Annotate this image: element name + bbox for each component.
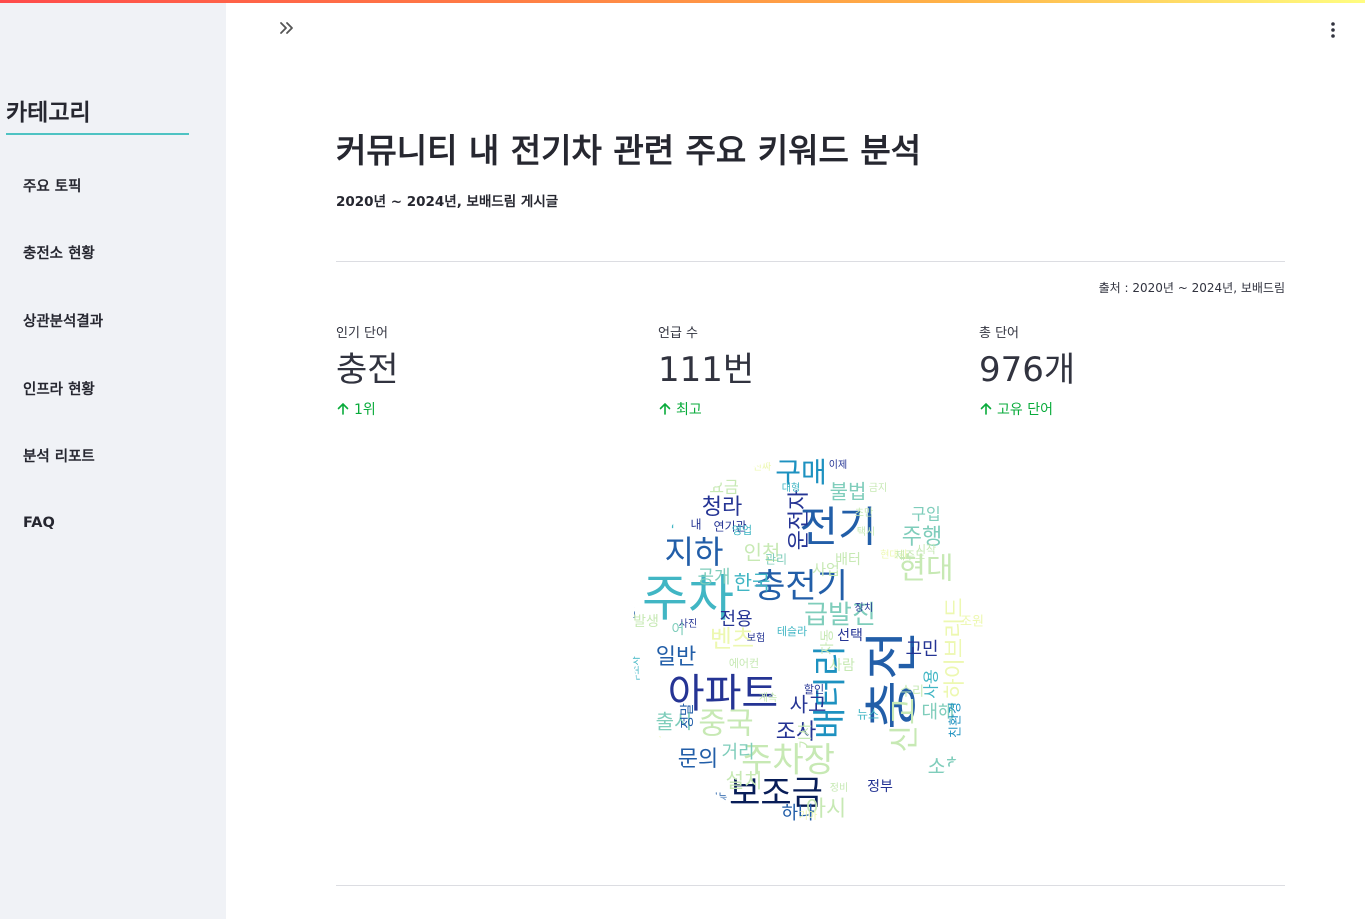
metric-total-words: 총 단어 976개 고유 단어: [979, 322, 1279, 419]
wordcloud-word: 조원: [960, 615, 984, 630]
keyword-wordcloud: 충전 주차 아파트 전기 배터리 충전기 주차장 보조금 지하 구매 신고 중국 급발진 현대 운전자 하이브…: [626, 450, 1006, 830]
sidebar: 카테고리 주요 토픽 충전소 현황 상관분석결과 인프라 현황 분석 리포트 F…: [0, 3, 226, 919]
wordcloud-word: 초만: [855, 507, 873, 519]
metric-value: 충전: [336, 350, 399, 390]
wordcloud-word: 청라: [702, 495, 742, 520]
wordcloud-word: 문의: [678, 747, 718, 772]
wordcloud-word: 지하: [665, 533, 724, 571]
sidebar-item-analysis-report[interactable]: 분석 리포트: [23, 445, 95, 466]
vertical-ellipsis-icon: [1331, 22, 1335, 38]
wordcloud-word: 진짜: [753, 461, 771, 473]
wordcloud-word: 신고: [888, 697, 923, 752]
wordcloud-word: 소형: [928, 755, 965, 779]
wordcloud-word: 고민: [905, 639, 938, 660]
wordcloud-word: 회사: [648, 513, 676, 531]
wordcloud-word: 발생: [633, 614, 659, 630]
metric-delta: 고유 단어: [979, 399, 1279, 419]
wordcloud-word: 친환경: [949, 702, 964, 738]
main-menu-button[interactable]: [1321, 18, 1345, 42]
wordcloud-word: 정비: [830, 782, 848, 794]
expand-sidebar-button[interactable]: [277, 17, 301, 41]
wordcloud-word: 사고: [790, 693, 827, 717]
metric-label: 언급 수: [658, 326, 699, 341]
wordcloud-word: 어: [672, 622, 685, 638]
double-chevron-right-icon: [280, 22, 293, 34]
sidebar-title: 카테고리: [6, 100, 91, 126]
wordcloud-word: 불법: [830, 480, 867, 504]
sidebar-item-charging-stations[interactable]: 충전소 현황: [23, 242, 95, 263]
wordcloud-word: 기아: [799, 810, 817, 822]
sidebar-item-faq[interactable]: FAQ: [23, 515, 55, 531]
metric-value: 111번: [658, 350, 755, 390]
metric-delta: 최고: [658, 399, 958, 419]
page-subtitle: 2020년 ~ 2024년, 보배드림 게시글: [336, 194, 559, 210]
wordcloud-word: 중국: [698, 707, 753, 742]
wordcloud-word: 보험: [747, 632, 765, 644]
wordcloud-image: 충전주차아파트전기배터리충전기주차장보조금지하구매신고중국급발진현대운전자하이브…: [626, 456, 984, 824]
wordcloud-word: 구입: [911, 505, 940, 524]
wordcloud-word: 선택: [837, 628, 863, 644]
wordcloud-word: 내: [690, 518, 701, 532]
metric-label: 총 단어: [979, 326, 1020, 341]
wordcloud-word: 이제: [829, 459, 847, 471]
arrow-up-icon: [980, 402, 992, 415]
source-caption: 출처 : 2020년 ~ 2024년, 보배드림: [1098, 281, 1285, 295]
metric-popular-word: 인기 단어 충전 1위: [336, 322, 636, 419]
page-title: 커뮤니티 내 전기차 관련 주요 키워드 분석: [336, 131, 922, 170]
wordcloud-word: 전용: [719, 609, 752, 630]
wordcloud-word: 영업: [732, 524, 752, 537]
wordcloud-word: 테슬라: [777, 625, 807, 638]
arrow-up-icon: [659, 402, 671, 415]
sidebar-title-underline: [6, 133, 189, 135]
main-content: 커뮤니티 내 전기차 관련 주요 키워드 분석 2020년 ~ 2024년, 보…: [336, 0, 1285, 919]
metric-label: 인기 단어: [336, 326, 388, 341]
metric-delta-text: 1위: [354, 402, 376, 418]
wordcloud-word: 할인: [804, 683, 824, 696]
metric-value: 976개: [979, 350, 1076, 390]
wordcloud-word: 계속: [759, 692, 777, 704]
sidebar-item-correlation-results[interactable]: 상관분석결과: [23, 310, 103, 331]
arrow-up-icon: [337, 402, 349, 415]
divider-top: [336, 261, 1285, 262]
wordcloud-word: 사람: [829, 658, 855, 674]
wordcloud-word: 뉴스: [857, 708, 879, 722]
wordcloud-word: 운전자: [787, 490, 812, 551]
wordcloud-word: 코나: [626, 564, 641, 576]
wordcloud-word: 요금: [709, 478, 738, 497]
metric-delta-text: 최고: [676, 402, 702, 418]
wordcloud-word: 택시: [857, 526, 875, 538]
sidebar-item-main-topics[interactable]: 주요 토픽: [23, 175, 81, 196]
wordcloud-word: 제주도: [895, 549, 925, 562]
wordcloud-word: 사용: [922, 669, 941, 698]
sidebar-item-infrastructure[interactable]: 인프라 현황: [23, 378, 95, 399]
wordcloud-word: 정부: [867, 779, 893, 795]
wordcloud-word: 기사: [798, 723, 814, 749]
wordcloud-word: 공개: [697, 567, 730, 588]
wordcloud-word: 수리: [900, 685, 924, 700]
wordcloud-word: 장치: [855, 602, 873, 614]
wordcloud-word: 대형: [782, 482, 800, 494]
wordcloud-word: 기능: [709, 792, 727, 804]
wordcloud-word: 하이브리드: [943, 597, 968, 698]
metric-mention-count: 언급 수 111번 최고: [658, 322, 958, 419]
metric-delta-text: 고유 단어: [997, 402, 1053, 418]
wordcloud-word: 한국: [734, 571, 771, 595]
metric-delta: 1위: [336, 399, 636, 419]
wordcloud-word: 설치: [726, 769, 763, 793]
wordcloud-word: 배터: [835, 552, 861, 568]
wordcloud-word: 정말: [680, 703, 696, 729]
divider-bottom: [336, 885, 1285, 886]
wordcloud-word: 질문: [642, 735, 662, 748]
wordcloud-word: 에어컨: [729, 657, 759, 670]
wordcloud-word: 거리: [721, 742, 754, 763]
wordcloud-word: 금지: [869, 482, 887, 494]
wordcloud-word: 수소차: [630, 656, 642, 684]
wordcloud-word: 관리: [765, 553, 787, 567]
wordcloud-word: 자동: [820, 629, 836, 655]
wordcloud-word: 일반: [656, 645, 696, 670]
